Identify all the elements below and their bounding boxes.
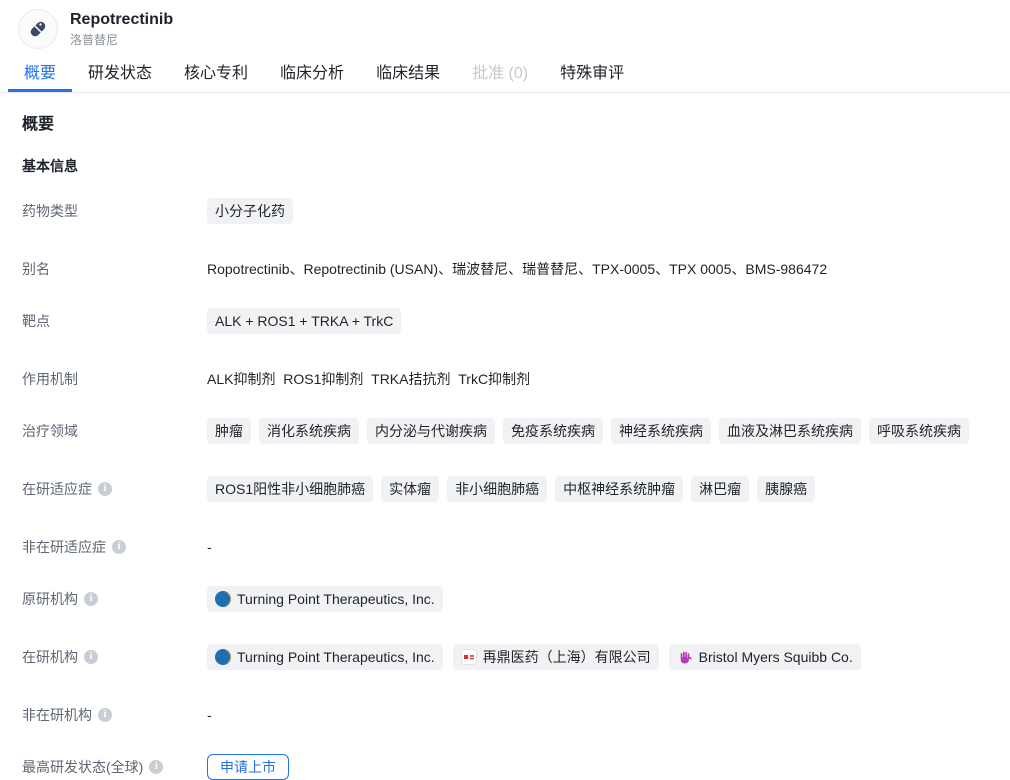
field-value-targets: ALK + ROS1 + TRKA + TrkC (207, 308, 988, 340)
company-name: 再鼎医药（上海）有限公司 (483, 647, 651, 667)
field-label-text: 别名 (22, 256, 50, 282)
page-title: Repotrectinib (70, 10, 173, 30)
info-icon[interactable]: i (149, 760, 163, 774)
zai-lab-logo (461, 649, 477, 665)
tag[interactable]: 实体瘤 (381, 476, 439, 502)
company-name: Turning Point Therapeutics, Inc. (237, 647, 435, 667)
tab-core-patents[interactable]: 核心专利 (168, 62, 264, 92)
tag[interactable]: 淋巴瘤 (691, 476, 749, 502)
company-chip[interactable]: 再鼎医药（上海）有限公司 (453, 644, 659, 670)
status-chip[interactable]: 申请上市 (207, 754, 289, 780)
field-label-drug-type: 药物类型 (22, 198, 207, 224)
drug-header: Repotrectinib 洛普替尼 (0, 0, 1010, 49)
field-value-originator: Turning Point Therapeutics, Inc. (207, 586, 988, 618)
field-value-therapy-areas: 肿瘤消化系统疾病内分泌与代谢疾病免疫系统疾病神经系统疾病血液及淋巴系统疾病呼吸系… (207, 418, 988, 450)
tag[interactable]: ALK + ROS1 + TRKA + TrkC (207, 308, 401, 334)
subsection-title: 基本信息 (22, 156, 988, 176)
bms-logo (677, 649, 693, 665)
field-row-targets: 靶点 ALK + ROS1 + TRKA + TrkC (22, 308, 988, 340)
overview-content: 概要 基本信息 药物类型 小分子化药别名 Ropotrectinib、Repotre… (0, 93, 1010, 780)
tag[interactable]: 内分泌与代谢疾病 (367, 418, 495, 444)
info-icon[interactable]: i (84, 592, 98, 606)
field-value-inactive-indications: - (207, 534, 988, 557)
field-label-text: 作用机制 (22, 366, 78, 392)
field-label-text: 在研适应症 (22, 476, 92, 502)
info-icon[interactable]: i (98, 482, 112, 496)
field-label-text: 最高研发状态(全球) (22, 754, 143, 780)
field-row-mechanism: 作用机制 ALK抑制剂 ROS1抑制剂 TRKA拮抗剂 TrkC抑制剂 (22, 366, 988, 392)
info-icon[interactable]: i (84, 650, 98, 664)
tag[interactable]: 肿瘤 (207, 418, 251, 444)
field-row-drug-type: 药物类型 小分子化药 (22, 198, 988, 230)
field-value-aliases: Ropotrectinib、Repotrectinib (USAN)、瑞波替尼、… (207, 256, 988, 279)
tab-clinical-analysis[interactable]: 临床分析 (264, 62, 360, 92)
field-row-inactive-indications: 非在研适应症 i - (22, 534, 988, 560)
section-title: 概要 (22, 114, 988, 136)
tab-approval[interactable]: 批准 (0) (456, 62, 544, 92)
field-value-active-indications: ROS1阳性非小细胞肺癌实体瘤非小细胞肺癌中枢神经系统肿瘤淋巴瘤胰腺癌 (207, 476, 988, 508)
field-value-highest-status: 申请上市 (207, 754, 988, 780)
field-label-therapy-areas: 治疗领域 (22, 418, 207, 444)
field-row-originator: 原研机构 i Turning Point Therapeutics, Inc. (22, 586, 988, 618)
field-label-active-indications: 在研适应症 i (22, 476, 207, 502)
field-label-text: 靶点 (22, 308, 50, 334)
field-label-active-orgs: 在研机构 i (22, 644, 207, 670)
company-chip[interactable]: Bristol Myers Squibb Co. (669, 644, 861, 670)
field-label-inactive-indications: 非在研适应症 i (22, 534, 207, 560)
field-value-inactive-orgs: - (207, 702, 988, 725)
tab-overview[interactable]: 概要 (8, 62, 72, 92)
field-row-active-indications: 在研适应症 i ROS1阳性非小细胞肺癌实体瘤非小细胞肺癌中枢神经系统肿瘤淋巴瘤胰腺… (22, 476, 988, 508)
tab-bar: 概要研发状态核心专利临床分析临床结果批准 (0)特殊审评 (0, 62, 1010, 93)
info-icon[interactable]: i (112, 540, 126, 554)
company-name: Turning Point Therapeutics, Inc. (237, 589, 435, 609)
drug-chinese-name: 洛普替尼 (70, 32, 173, 48)
field-value-drug-type: 小分子化药 (207, 198, 988, 230)
tab-rd-status[interactable]: 研发状态 (72, 62, 168, 92)
field-label-text: 在研机构 (22, 644, 78, 670)
company-name: Bristol Myers Squibb Co. (699, 647, 853, 667)
field-label-text: 非在研适应症 (22, 534, 106, 560)
field-label-text: 药物类型 (22, 198, 78, 224)
field-value-mechanism: ALK抑制剂 ROS1抑制剂 TRKA拮抗剂 TrkC抑制剂 (207, 366, 988, 389)
company-chip[interactable]: Turning Point Therapeutics, Inc. (207, 586, 443, 612)
tag[interactable]: 非小细胞肺癌 (447, 476, 547, 502)
field-label-aliases: 别名 (22, 256, 207, 282)
tab-special-review[interactable]: 特殊审评 (544, 62, 640, 92)
tag[interactable]: 中枢神经系统肿瘤 (555, 476, 683, 502)
field-label-highest-status: 最高研发状态(全球) i (22, 754, 207, 780)
field-label-text: 治疗领域 (22, 418, 78, 444)
tag[interactable]: 神经系统疾病 (611, 418, 711, 444)
drug-avatar (18, 9, 58, 49)
field-label-inactive-orgs: 非在研机构 i (22, 702, 207, 728)
field-label-text: 原研机构 (22, 586, 78, 612)
company-chip[interactable]: Turning Point Therapeutics, Inc. (207, 644, 443, 670)
field-row-active-orgs: 在研机构 i Turning Point Therapeutics, Inc. 再鼎医… (22, 644, 988, 676)
field-label-targets: 靶点 (22, 308, 207, 334)
pill-icon (27, 18, 49, 40)
tab-clinical-results[interactable]: 临床结果 (360, 62, 456, 92)
field-label-mechanism: 作用机制 (22, 366, 207, 392)
turning-point-logo (215, 649, 231, 665)
field-label-originator: 原研机构 i (22, 586, 207, 612)
field-value-active-orgs: Turning Point Therapeutics, Inc. 再鼎医药（上海）… (207, 644, 988, 676)
tag[interactable]: 小分子化药 (207, 198, 293, 224)
info-icon[interactable]: i (98, 708, 112, 722)
tag[interactable]: 免疫系统疾病 (503, 418, 603, 444)
field-label-text: 非在研机构 (22, 702, 92, 728)
field-row-highest-status: 最高研发状态(全球) i 申请上市 (22, 754, 988, 780)
field-row-therapy-areas: 治疗领域 肿瘤消化系统疾病内分泌与代谢疾病免疫系统疾病神经系统疾病血液及淋巴系统疾… (22, 418, 988, 450)
tag[interactable]: 呼吸系统疾病 (869, 418, 969, 444)
tag[interactable]: ROS1阳性非小细胞肺癌 (207, 476, 373, 502)
tag[interactable]: 血液及淋巴系统疾病 (719, 418, 861, 444)
tag[interactable]: 消化系统疾病 (259, 418, 359, 444)
info-rows: 药物类型 小分子化药别名 Ropotrectinib、Repotrectinib (… (22, 198, 988, 780)
field-row-inactive-orgs: 非在研机构 i - (22, 702, 988, 728)
field-row-aliases: 别名 Ropotrectinib、Repotrectinib (USAN)、瑞波替… (22, 256, 988, 282)
turning-point-logo (215, 591, 231, 607)
tag[interactable]: 胰腺癌 (757, 476, 815, 502)
